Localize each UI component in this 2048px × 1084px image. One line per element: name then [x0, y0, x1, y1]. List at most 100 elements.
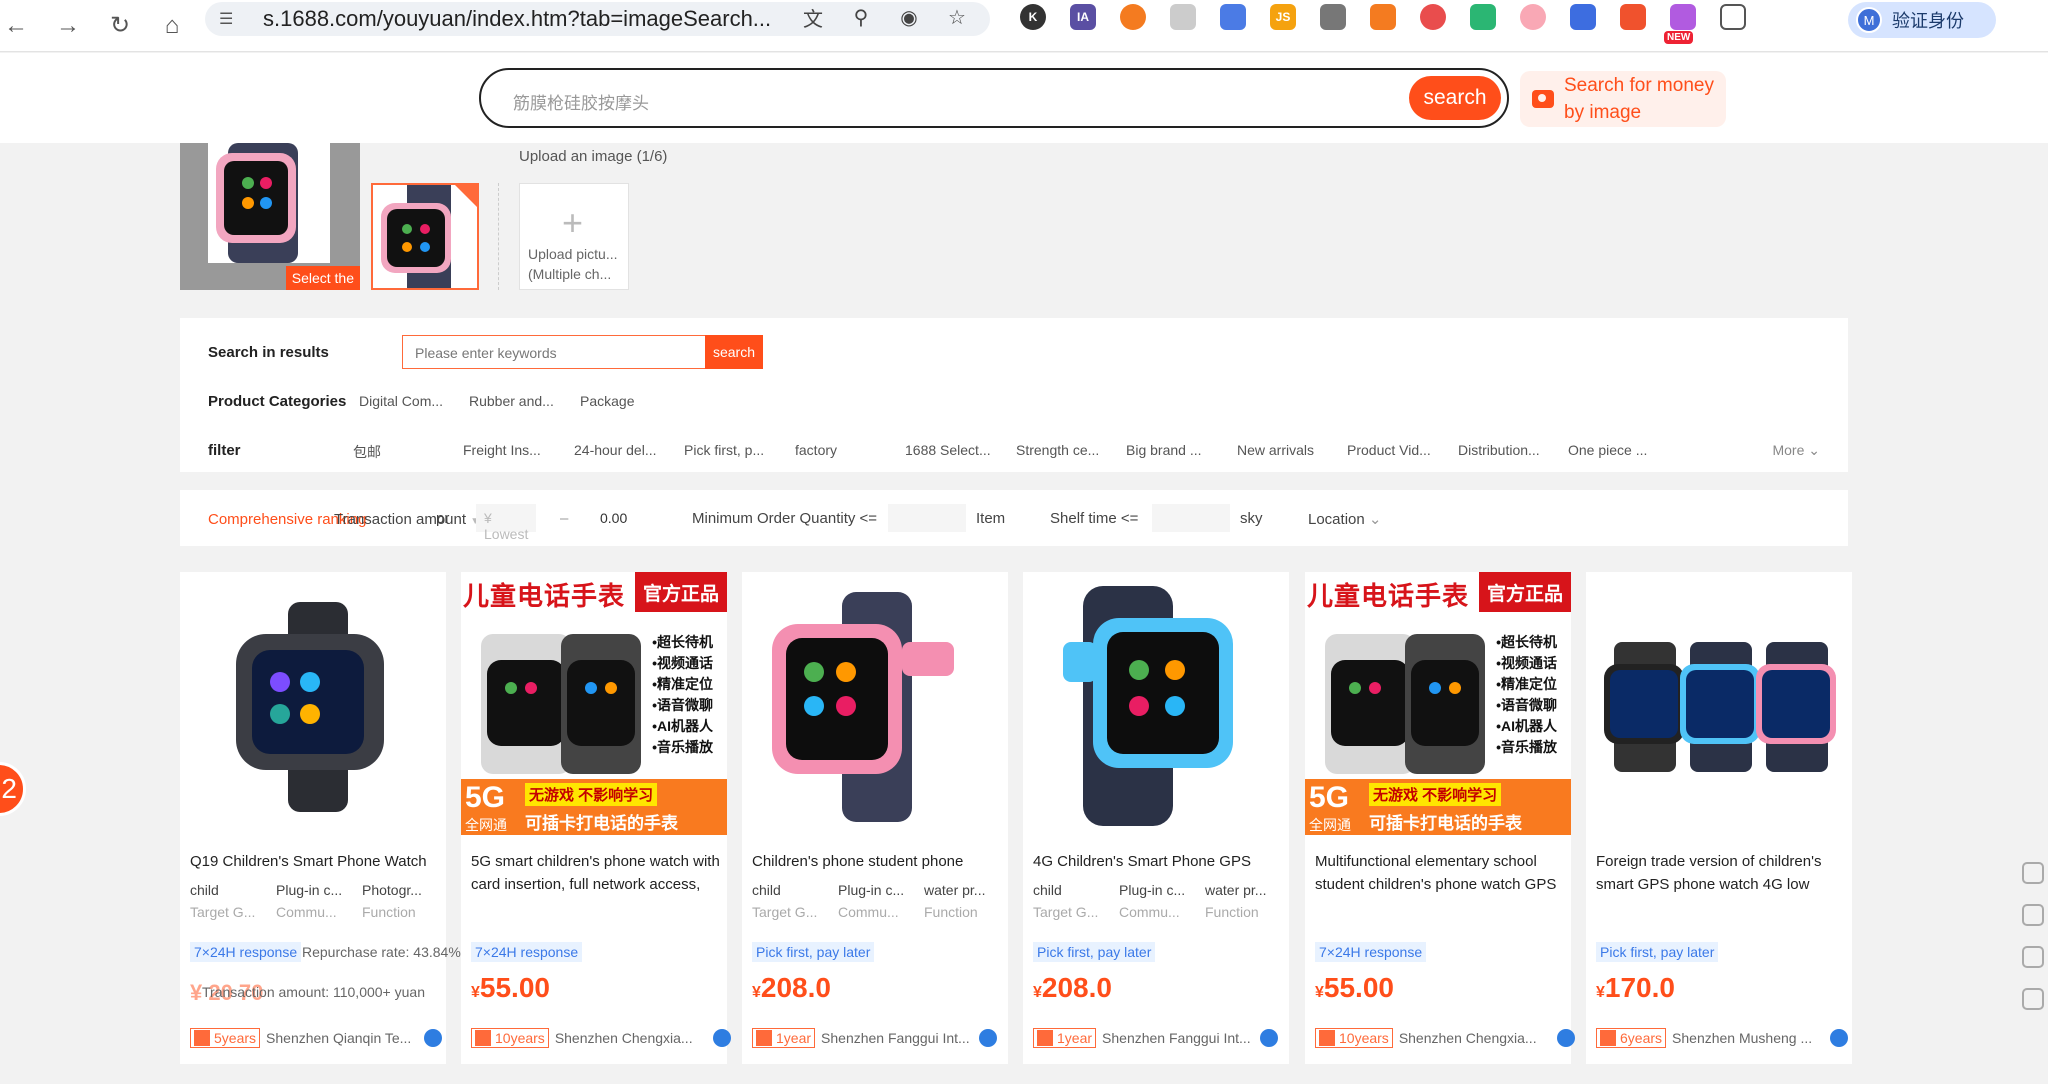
u-extension-icon[interactable]	[1170, 4, 1196, 30]
floating-promo-button[interactable]: 2	[0, 762, 26, 816]
product-title[interactable]: Q19 Children's Smart Phone Watch	[190, 850, 440, 873]
company-name[interactable]: Shenzhen Fanggui Int...	[821, 1030, 971, 1046]
product-card[interactable]: Foreign trade version of children's smar…	[1586, 572, 1852, 1064]
product-title[interactable]: Multifunctional elementary school studen…	[1315, 850, 1565, 896]
red-extension-icon[interactable]	[1620, 4, 1646, 30]
company-name[interactable]: Shenzhen Chengxia...	[1399, 1030, 1549, 1046]
filter-item[interactable]: Big brand ...	[1126, 442, 1202, 458]
search-button[interactable]: search	[1409, 76, 1501, 120]
poster-feature: •超长待机	[1496, 634, 1557, 650]
results-search-button[interactable]: search	[705, 335, 763, 369]
thumbnail-image[interactable]	[371, 183, 479, 290]
product-image[interactable]: 儿童电话手表 官方正品 •超长待机 •视频通话 •精准定位 •语音微聊 •AI机…	[1305, 572, 1571, 835]
home-icon[interactable]: ⌂	[152, 8, 192, 44]
filter-item[interactable]: One piece ...	[1568, 442, 1647, 458]
price-min-input[interactable]: ¥ Lowest	[476, 504, 536, 542]
shelf-time-input[interactable]	[1152, 504, 1230, 532]
new-extension-icon[interactable]: NEW	[1664, 4, 1696, 44]
years-badge: 10years	[471, 1028, 549, 1048]
back-icon[interactable]: ←	[0, 8, 36, 44]
filter-item[interactable]: 1688 Select...	[905, 442, 991, 458]
product-image[interactable]	[1586, 572, 1852, 835]
upload-image-button[interactable]: + Upload pictu... (Multiple ch...	[519, 183, 629, 290]
product-image[interactable]	[1023, 572, 1289, 835]
filter-item[interactable]: New arrivals	[1237, 442, 1314, 458]
company-name[interactable]: Shenzhen Musheng ...	[1672, 1030, 1822, 1046]
product-title[interactable]: Children's phone student phone	[752, 850, 1002, 873]
currency-symbol: ¥	[752, 984, 761, 1001]
price-max-input[interactable]: 0.00	[576, 504, 652, 532]
keyword-input[interactable]: Please enter keywords	[402, 335, 706, 369]
category-item[interactable]: Digital Com...	[359, 393, 443, 409]
pin-extension-icon[interactable]	[1420, 4, 1446, 30]
currency-symbol: ¥	[1033, 984, 1042, 1001]
product-image[interactable]: 儿童电话手表 官方正品 •超长待机 •视频通话 •精准定位 •语音微聊 •AI机…	[461, 572, 727, 835]
phone-icon[interactable]	[2022, 946, 2044, 968]
translate-icon[interactable]: 文	[800, 4, 826, 31]
company-name[interactable]: Shenzhen Chengxia...	[555, 1030, 705, 1046]
puzzle-extensions-icon[interactable]	[1720, 4, 1746, 30]
feedback-icon[interactable]	[2022, 988, 2044, 1010]
supplier-row[interactable]: 1year Shenzhen Fanggui Int...	[752, 1028, 998, 1048]
location-dropdown[interactable]: Location ⌄	[1308, 510, 1381, 528]
puzzle-icon[interactable]	[2022, 862, 2044, 884]
main-search-input[interactable]: 筋膜枪硅胶按摩头 search	[479, 68, 1509, 128]
filter-item[interactable]: 24-hour del...	[574, 442, 657, 458]
sort-transaction[interactable]: Transaction amount ▼	[334, 510, 480, 532]
supplier-row[interactable]: 6years Shenzhen Musheng ...	[1596, 1028, 1849, 1048]
company-name[interactable]: Shenzhen Qianqin Te...	[266, 1030, 416, 1046]
selected-image-preview[interactable]: Select the	[180, 143, 360, 290]
chart-extension-icon[interactable]	[1370, 4, 1396, 30]
sort-comprehensive[interactable]: Comprehensive ranking	[208, 510, 366, 530]
moq-input[interactable]	[888, 504, 966, 532]
product-card[interactable]: 4G Children's Smart Phone GPS child Targe…	[1023, 572, 1289, 1064]
filter-item[interactable]: 包邮	[353, 442, 381, 462]
product-image[interactable]	[180, 572, 446, 835]
reload-icon[interactable]: ↻	[100, 8, 140, 44]
product-title[interactable]: 4G Children's Smart Phone GPS	[1033, 850, 1283, 873]
category-item[interactable]: Package	[580, 393, 634, 409]
supplier-row[interactable]: 10years Shenzhen Chengxia...	[1315, 1028, 1575, 1048]
image-search-button[interactable]: Search for money by image	[1520, 71, 1726, 127]
filter-item[interactable]: Distribution...	[1458, 442, 1540, 458]
supplier-row[interactable]: 10years Shenzhen Chengxia...	[471, 1028, 731, 1048]
zoom-icon[interactable]: ⚲	[848, 4, 874, 30]
supplier-row[interactable]: 5years Shenzhen Qianqin Te...	[190, 1028, 443, 1048]
ia-extension-icon[interactable]: IA	[1070, 4, 1096, 30]
translate-extension-icon[interactable]	[1220, 4, 1246, 30]
product-card[interactable]: Children's phone student phone child Targ…	[742, 572, 1008, 1064]
product-title[interactable]: Foreign trade version of children's smar…	[1596, 850, 1846, 896]
forward-icon[interactable]: →	[48, 8, 88, 44]
k-extension-icon[interactable]: K	[1020, 4, 1046, 30]
profile-button[interactable]: M 验证身份	[1848, 2, 1996, 38]
circle-extension-icon[interactable]	[1120, 4, 1146, 30]
price-value: 55.00	[479, 972, 550, 1003]
green-extension-icon[interactable]	[1470, 4, 1496, 30]
filter-item[interactable]: factory	[795, 442, 837, 458]
product-card[interactable]: 儿童电话手表 官方正品 •超长待机 •视频通话 •精准定位 •语音微聊 •AI机…	[1305, 572, 1575, 1064]
category-item[interactable]: Rubber and...	[469, 393, 554, 409]
js-extension-icon[interactable]: JS	[1270, 4, 1296, 30]
product-title[interactable]: 5G smart children's phone watch with car…	[471, 850, 721, 896]
select-area-tag[interactable]: Select the	[285, 266, 360, 290]
pink-extension-icon[interactable]	[1520, 4, 1546, 30]
site-settings-icon[interactable]: ☰	[219, 9, 245, 29]
filter-item[interactable]: Freight Ins...	[463, 442, 541, 458]
product-card[interactable]: 儿童电话手表 官方正品 •超长待机 •视频通话 •精准定位 •语音微聊 •AI机…	[461, 572, 731, 1064]
product-card[interactable]: Q19 Children's Smart Phone Watch child Ta…	[180, 572, 461, 1064]
company-name[interactable]: Shenzhen Fanggui Int...	[1102, 1030, 1252, 1046]
more-filters-button[interactable]: More ⌄	[1772, 442, 1820, 459]
robot-extension-icon[interactable]	[1320, 4, 1346, 30]
filter-item[interactable]: Product Vid...	[1347, 442, 1431, 458]
headset-icon[interactable]	[2022, 904, 2044, 926]
url-text[interactable]: s.1688.com/youyuan/index.htm?tab=imageSe…	[263, 6, 771, 32]
filter-item[interactable]: Pick first, p...	[684, 442, 764, 458]
sort-price-partial[interactable]: pr	[436, 510, 449, 527]
product-image[interactable]	[742, 572, 1008, 835]
product-price: ¥170.0	[1596, 972, 1675, 1004]
layers-extension-icon[interactable]	[1570, 4, 1596, 30]
supplier-row[interactable]: 1year Shenzhen Fanggui Int...	[1033, 1028, 1279, 1048]
bookmark-star-icon[interactable]: ☆	[944, 4, 970, 30]
eye-icon[interactable]: ◉	[896, 4, 922, 30]
filter-item[interactable]: Strength ce...	[1016, 442, 1099, 458]
